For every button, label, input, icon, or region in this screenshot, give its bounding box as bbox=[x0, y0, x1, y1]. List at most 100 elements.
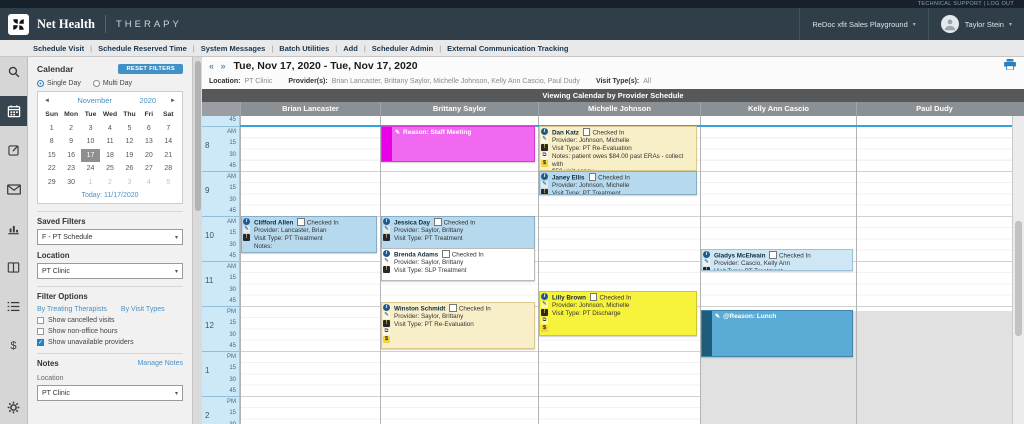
calendar-day[interactable]: 6 bbox=[139, 122, 158, 136]
dollar-icon[interactable]: $ bbox=[541, 325, 548, 332]
calendar-day[interactable]: 7 bbox=[159, 122, 178, 136]
checked-in-checkbox[interactable] bbox=[583, 128, 591, 136]
calendar-day[interactable]: 12 bbox=[120, 135, 139, 149]
menu-item-schedule-reserved-time[interactable]: Schedule Reserved Time bbox=[98, 44, 187, 53]
today-link[interactable]: Today: 11/17/2020 bbox=[42, 189, 178, 201]
alert-icon[interactable]: ! bbox=[383, 266, 390, 273]
print-icon[interactable] bbox=[1004, 59, 1016, 73]
edit-icon[interactable]: ✎ bbox=[541, 136, 548, 143]
reset-filters-button[interactable]: RESET FILTERS bbox=[118, 64, 183, 74]
info-icon[interactable]: i bbox=[541, 293, 548, 300]
calendar-day[interactable]: 3 bbox=[81, 122, 100, 136]
location-select[interactable]: PT Clinic ▾ bbox=[37, 263, 183, 279]
info-icon[interactable]: i bbox=[383, 218, 390, 225]
alert-icon[interactable]: ! bbox=[243, 234, 250, 241]
calendar-day[interactable]: 25 bbox=[100, 162, 119, 176]
calendar-day[interactable]: 4 bbox=[139, 176, 158, 190]
edit-icon[interactable]: ✎ bbox=[541, 301, 548, 308]
appointment-winston-schmidt[interactable]: i✎!⧉$Winston SchmidtChecked InProvider: … bbox=[381, 302, 535, 349]
manage-notes-link[interactable]: Manage Notes bbox=[137, 360, 183, 367]
search-icon[interactable] bbox=[0, 57, 27, 87]
calendar-month[interactable]: November bbox=[50, 96, 139, 105]
alert-icon[interactable]: ! bbox=[383, 234, 390, 241]
provider-header-brittany-saylor[interactable]: Brittany Saylor bbox=[380, 102, 538, 116]
appointment-janey-ellis[interactable]: i✎!Janey EllisChecked InProvider: Johnso… bbox=[539, 171, 697, 195]
saved-filters-select[interactable]: F - PT Schedule ▾ bbox=[37, 229, 183, 245]
calendar-day[interactable]: 27 bbox=[139, 162, 158, 176]
panel-scrollbar[interactable] bbox=[192, 57, 202, 424]
date-nav-arrows[interactable]: « » bbox=[209, 61, 228, 71]
dollar-icon[interactable]: $ bbox=[383, 336, 390, 343]
calendar-day[interactable]: 8 bbox=[42, 135, 61, 149]
edit-icon[interactable]: ✎ bbox=[383, 258, 390, 265]
gear-icon[interactable] bbox=[0, 392, 27, 422]
checked-in-checkbox[interactable] bbox=[590, 293, 598, 301]
info-icon[interactable]: i bbox=[541, 173, 548, 180]
alert-icon[interactable]: ! bbox=[541, 309, 548, 316]
edit-icon[interactable]: ✎ bbox=[383, 312, 390, 319]
calendar-day[interactable]: 14 bbox=[159, 135, 178, 149]
calendar-day[interactable]: 2 bbox=[100, 176, 119, 190]
menu-item-system-messages[interactable]: System Messages bbox=[201, 44, 266, 53]
calendar-day[interactable]: 5 bbox=[159, 176, 178, 190]
calendar-day[interactable]: 24 bbox=[81, 162, 100, 176]
checked-in-checkbox[interactable] bbox=[442, 250, 450, 258]
calendar-day[interactable]: 1 bbox=[81, 176, 100, 190]
next-month-icon[interactable]: ► bbox=[170, 98, 176, 104]
notes-location-select[interactable]: PT Clinic ▾ bbox=[37, 385, 183, 401]
copy-icon[interactable]: ⧉ bbox=[541, 317, 548, 324]
copy-icon[interactable]: ⧉ bbox=[383, 328, 390, 335]
info-icon[interactable]: i bbox=[541, 128, 548, 135]
edit-icon[interactable]: ✎ bbox=[703, 259, 710, 266]
menu-item-batch-utilities[interactable]: Batch Utilities bbox=[279, 44, 329, 53]
appointment-lilly-brown[interactable]: i✎!⧉$Lilly BrownChecked InProvider: John… bbox=[539, 291, 697, 336]
calendar-day[interactable]: 18 bbox=[100, 149, 119, 163]
environment-dropdown[interactable]: ReDoc xfit Sales Playground ▾ bbox=[799, 8, 927, 40]
dollar-icon[interactable]: $ bbox=[541, 160, 548, 167]
calendar-day[interactable]: 16 bbox=[61, 149, 80, 163]
alert-icon[interactable]: ! bbox=[703, 267, 710, 271]
calendar-day[interactable]: 20 bbox=[139, 149, 158, 163]
checkbox-row[interactable]: Show cancelled visits bbox=[37, 317, 183, 324]
calendar-day[interactable]: 26 bbox=[120, 162, 139, 176]
edit-icon[interactable]: ✎ bbox=[243, 226, 250, 233]
reserved-time-block[interactable]: ✎@Reason: Lunch bbox=[701, 310, 853, 357]
checkbox-row[interactable]: ✓Show unavailable providers bbox=[37, 339, 183, 346]
menu-item-external-communication-tracking[interactable]: External Communication Tracking bbox=[447, 44, 568, 53]
info-icon[interactable]: i bbox=[383, 304, 390, 311]
calendar-day[interactable]: 28 bbox=[159, 162, 178, 176]
checked-in-checkbox[interactable] bbox=[434, 218, 442, 226]
provider-header-brian-lancaster[interactable]: Brian Lancaster bbox=[240, 102, 380, 116]
edit-icon[interactable]: ✎ bbox=[541, 181, 548, 188]
calendar-day[interactable]: 9 bbox=[61, 135, 80, 149]
appointment-jessica-day[interactable]: i✎!Jessica DayChecked InProvider: Saylor… bbox=[381, 216, 535, 249]
book-icon[interactable] bbox=[0, 252, 27, 282]
user-menu[interactable]: Taylor Stein ▾ bbox=[928, 8, 1024, 40]
checkbox-row[interactable]: Show non-office hours bbox=[37, 328, 183, 335]
menu-item-add[interactable]: Add bbox=[343, 44, 358, 53]
calendar-day[interactable]: 13 bbox=[139, 135, 158, 149]
calendar-day[interactable]: 30 bbox=[61, 176, 80, 190]
calendar-day[interactable]: 17 bbox=[81, 149, 100, 163]
appointment-brenda-adams[interactable]: i✎!Brenda AdamsChecked InProvider: Saylo… bbox=[381, 248, 535, 281]
alert-icon[interactable]: ! bbox=[383, 320, 390, 327]
calendar-year[interactable]: 2020 bbox=[139, 96, 156, 105]
calendar-day[interactable]: 1 bbox=[42, 122, 61, 136]
provider-header-paul-dudy[interactable]: Paul Dudy bbox=[856, 102, 1012, 116]
calendar-day[interactable]: 3 bbox=[120, 176, 139, 190]
appointment-dan-katz[interactable]: i✎!⧉$Dan KatzChecked InProvider: Johnson… bbox=[539, 126, 697, 171]
calendar-day[interactable]: 5 bbox=[120, 122, 139, 136]
checked-in-checkbox[interactable] bbox=[449, 304, 457, 312]
calendar-day[interactable]: 29 bbox=[42, 176, 61, 190]
calendar-day[interactable]: 4 bbox=[100, 122, 119, 136]
clipboard-icon[interactable] bbox=[0, 135, 27, 165]
calendar-day[interactable]: 11 bbox=[100, 135, 119, 149]
reserved-time-block[interactable]: ✎Reason: Staff Meeting bbox=[381, 126, 535, 162]
utility-links[interactable]: TECHNICAL SUPPORT | LOG OUT bbox=[918, 1, 1014, 7]
menu-item-schedule-visit[interactable]: Schedule Visit bbox=[33, 44, 84, 53]
calendar-day[interactable]: 19 bbox=[120, 149, 139, 163]
checked-in-checkbox[interactable] bbox=[769, 251, 777, 259]
appointment-clifford-allen[interactable]: i✎!Clifford AllenChecked InProvider: Lan… bbox=[241, 216, 377, 253]
checked-in-checkbox[interactable] bbox=[297, 218, 305, 226]
copy-icon[interactable]: ⧉ bbox=[541, 152, 548, 159]
